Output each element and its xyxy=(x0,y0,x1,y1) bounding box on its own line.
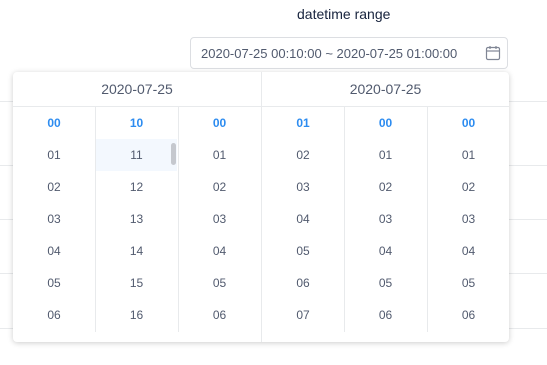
time-option[interactable]: 04 xyxy=(262,203,344,235)
time-option[interactable]: 02 xyxy=(179,171,260,203)
time-option[interactable]: 03 xyxy=(13,203,95,235)
time-option[interactable]: 05 xyxy=(179,267,260,299)
end-minute-column[interactable]: 00 01 02 03 04 05 06 xyxy=(344,107,426,332)
time-option[interactable]: 04 xyxy=(179,235,260,267)
start-second-column[interactable]: 00 01 02 03 04 05 06 xyxy=(178,107,260,332)
time-option[interactable]: 01 xyxy=(262,107,344,139)
time-option[interactable]: 14 xyxy=(96,235,177,267)
time-picker-dropdown: 2020-07-25 00 01 02 03 04 05 06 10 11 12 13 14 15 16… xyxy=(13,72,509,342)
time-option[interactable]: 05 xyxy=(345,267,426,299)
time-option[interactable]: 01 xyxy=(428,139,509,171)
start-date-header: 2020-07-25 xyxy=(13,72,261,107)
time-option[interactable]: 06 xyxy=(428,299,509,331)
time-option[interactable]: 13 xyxy=(96,203,177,235)
time-option[interactable]: 01 xyxy=(13,139,95,171)
time-option[interactable]: 06 xyxy=(13,299,95,331)
time-option[interactable]: 06 xyxy=(179,299,260,331)
time-option[interactable]: 00 xyxy=(13,107,95,139)
start-hour-column[interactable]: 00 01 02 03 04 05 06 xyxy=(13,107,95,332)
time-option[interactable]: 04 xyxy=(345,235,426,267)
time-option[interactable]: 03 xyxy=(179,203,260,235)
time-option[interactable]: 06 xyxy=(262,267,344,299)
time-option[interactable]: 00 xyxy=(428,107,509,139)
time-option[interactable]: 10 xyxy=(96,107,177,139)
time-option[interactable]: 15 xyxy=(96,267,177,299)
time-option[interactable]: 05 xyxy=(262,235,344,267)
time-option[interactable]: 01 xyxy=(345,139,426,171)
end-time-panel: 2020-07-25 01 02 03 04 05 06 07 00 01 02 03 04 05 06… xyxy=(262,72,509,342)
datetime-range-value[interactable]: 2020-07-25 00:10:00 ~ 2020-07-25 01:00:0… xyxy=(201,46,479,61)
time-option[interactable]: 11 xyxy=(96,139,177,171)
time-option[interactable]: 02 xyxy=(262,139,344,171)
start-time-panel: 2020-07-25 00 01 02 03 04 05 06 10 11 12 13 14 15 16… xyxy=(13,72,261,342)
time-option[interactable]: 03 xyxy=(428,203,509,235)
time-option[interactable]: 02 xyxy=(13,171,95,203)
time-option[interactable]: 04 xyxy=(428,235,509,267)
end-second-column[interactable]: 00 01 02 03 04 05 06 xyxy=(427,107,509,332)
datetime-range-input[interactable]: 2020-07-25 00:10:00 ~ 2020-07-25 01:00:0… xyxy=(190,37,508,69)
time-option[interactable]: 04 xyxy=(13,235,95,267)
time-option[interactable]: 03 xyxy=(345,203,426,235)
time-option[interactable]: 02 xyxy=(345,171,426,203)
time-option[interactable]: 00 xyxy=(345,107,426,139)
time-option[interactable]: 01 xyxy=(179,139,260,171)
end-hour-column[interactable]: 01 02 03 04 05 06 07 xyxy=(262,107,344,332)
time-option[interactable]: 06 xyxy=(345,299,426,331)
start-minute-column[interactable]: 10 11 12 13 14 15 16 xyxy=(95,107,177,332)
minute-column-scrollbar[interactable] xyxy=(171,143,176,165)
datetime-range-label: datetime range xyxy=(297,6,391,22)
time-option[interactable]: 03 xyxy=(262,171,344,203)
time-option[interactable]: 00 xyxy=(179,107,260,139)
time-option[interactable]: 05 xyxy=(428,267,509,299)
time-option[interactable]: 05 xyxy=(13,267,95,299)
time-option[interactable]: 16 xyxy=(96,299,177,331)
time-option[interactable]: 12 xyxy=(96,171,177,203)
calendar-icon[interactable] xyxy=(485,45,501,61)
time-option[interactable]: 02 xyxy=(428,171,509,203)
end-date-header: 2020-07-25 xyxy=(262,72,509,107)
time-option[interactable]: 07 xyxy=(262,299,344,331)
